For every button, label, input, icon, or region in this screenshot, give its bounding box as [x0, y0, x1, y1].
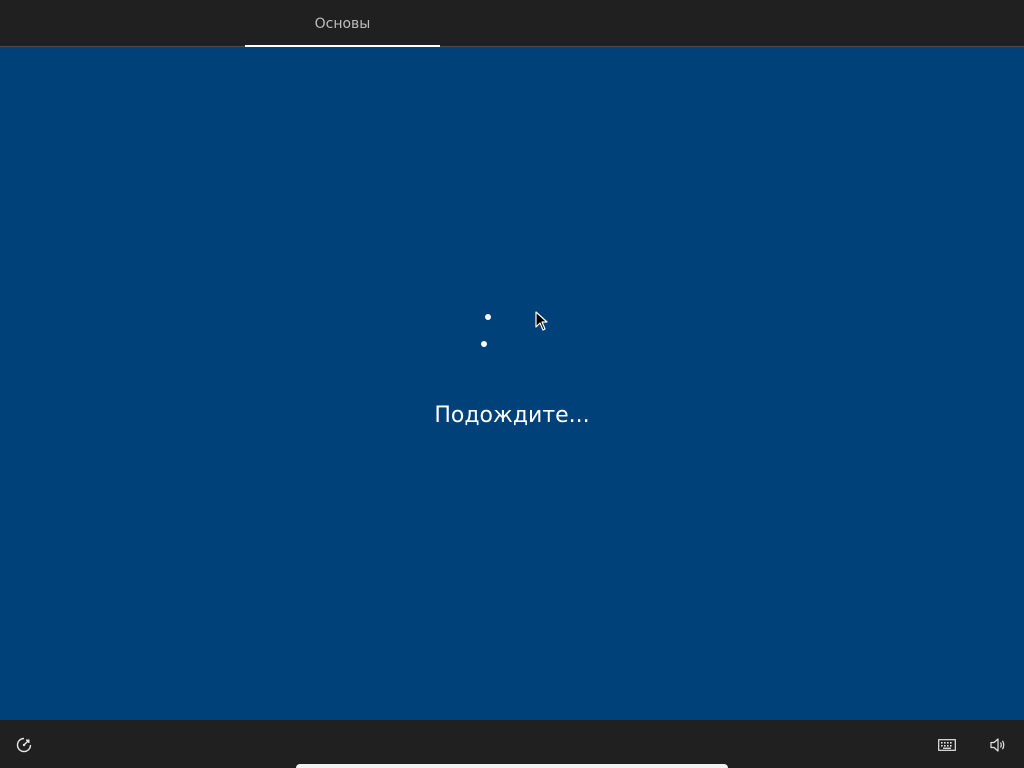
- keyboard-button[interactable]: [935, 733, 959, 757]
- tab-label: Основы: [314, 16, 371, 32]
- tab-basics: Основы: [245, 0, 440, 47]
- bottom-edge-bar: [296, 764, 728, 768]
- ease-of-access-button[interactable]: [12, 733, 36, 757]
- bottom-system-bar: [0, 720, 1024, 768]
- ease-of-access-icon: [16, 737, 32, 753]
- mouse-pointer-icon: [535, 311, 548, 331]
- keyboard-icon: [938, 739, 956, 751]
- volume-button[interactable]: [986, 733, 1010, 757]
- loading-spinner-dot: [481, 341, 487, 347]
- oobe-screen: Основы Подождите...: [0, 0, 1024, 768]
- main-content: Подождите...: [0, 47, 1024, 720]
- status-message: Подождите...: [434, 403, 590, 428]
- top-navigation-bar: Основы: [0, 0, 1024, 47]
- volume-icon: [990, 738, 1005, 752]
- loading-spinner-dot: [485, 314, 491, 320]
